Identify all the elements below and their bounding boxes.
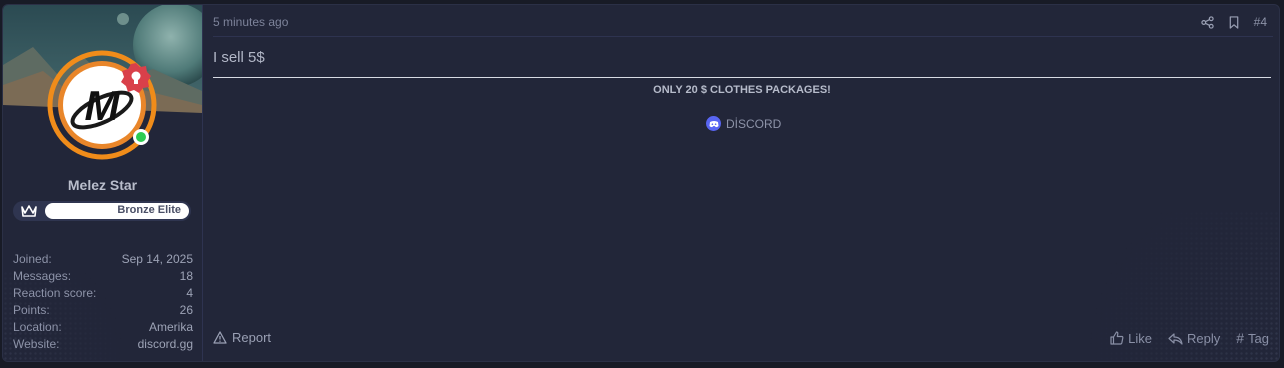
user-rank-banner: Bronze Elite: [13, 201, 191, 221]
stat-row: Reaction score: 4: [13, 285, 193, 302]
horizontal-rule: [213, 77, 1271, 78]
like-label: Like: [1128, 330, 1152, 346]
bookmark-icon[interactable]: [1228, 15, 1240, 29]
post-time[interactable]: 5 minutes ago: [213, 15, 288, 29]
user-cell: M Melez Star Bronze Elite Joined: Sep 14,…: [3, 5, 203, 361]
stat-value: 4: [186, 286, 193, 300]
message-cell: 5 minutes ago #4 I sell 5$ ONLY 20 $ CLO…: [203, 5, 1279, 361]
rank-pill: Bronze Elite: [45, 203, 189, 219]
post-bold-line: ONLY 20 $ CLOTHES PACKAGES!: [653, 84, 831, 96]
reply-label: Reply: [1186, 330, 1221, 346]
message-post: M Melez Star Bronze Elite Joined: Sep 14,…: [2, 4, 1280, 362]
header-actions: #4: [1200, 15, 1267, 29]
post-number[interactable]: #4: [1254, 15, 1267, 29]
discord-icon: [706, 116, 721, 131]
stat-key: Reaction score:: [13, 286, 97, 300]
online-indicator: [133, 129, 149, 145]
report-button[interactable]: Report: [213, 330, 271, 345]
tag-label: Tag: [1248, 330, 1269, 346]
discord-link[interactable]: DİSCORD: [706, 116, 781, 131]
stat-value[interactable]: 18: [180, 268, 193, 285]
stat-key: Messages:: [13, 269, 72, 283]
username[interactable]: Melez Star: [3, 177, 202, 193]
thumbs-up-icon: [1110, 331, 1124, 345]
stat-key: Joined:: [13, 252, 52, 266]
hashtag-icon: #: [1236, 330, 1245, 346]
stat-value[interactable]: 26: [180, 302, 193, 319]
share-icon[interactable]: [1200, 15, 1214, 29]
reply-icon: [1168, 332, 1183, 345]
post-body-text: I sell 5$: [213, 49, 265, 66]
report-label: Report: [232, 330, 272, 345]
stat-row: Joined: Sep 14, 2025: [13, 251, 193, 268]
like-button[interactable]: Like: [1110, 331, 1152, 346]
header-divider: [213, 36, 1273, 37]
stat-value: Sep 14, 2025: [121, 252, 193, 266]
stat-value: Amerika: [148, 320, 193, 334]
reply-button[interactable]: Reply: [1168, 331, 1220, 346]
user-stats: Joined: Sep 14, 2025 Messages: 18 Reaction…: [13, 251, 193, 353]
stat-row: Location: Amerika: [13, 319, 193, 336]
avatar-letter: M: [85, 82, 121, 129]
stat-key: Website:: [13, 337, 60, 351]
stat-row: Website: discord.gg: [13, 336, 193, 353]
stat-value[interactable]: discord.gg: [138, 336, 193, 353]
tag-button[interactable]: # Tag: [1236, 330, 1269, 346]
crown-icon: [21, 205, 37, 217]
warning-icon: [213, 331, 227, 344]
discord-label: DİSCORD: [726, 116, 782, 131]
stat-row: Messages: 18: [13, 268, 193, 285]
footer-actions: Like Reply # Tag: [1110, 330, 1269, 346]
stat-key: Points:: [13, 303, 50, 317]
stat-row: Points: 26: [13, 302, 193, 319]
lightbulb-icon: [121, 63, 151, 93]
stat-key: Location:: [13, 320, 62, 334]
rank-label: Bronze Elite: [117, 204, 181, 216]
